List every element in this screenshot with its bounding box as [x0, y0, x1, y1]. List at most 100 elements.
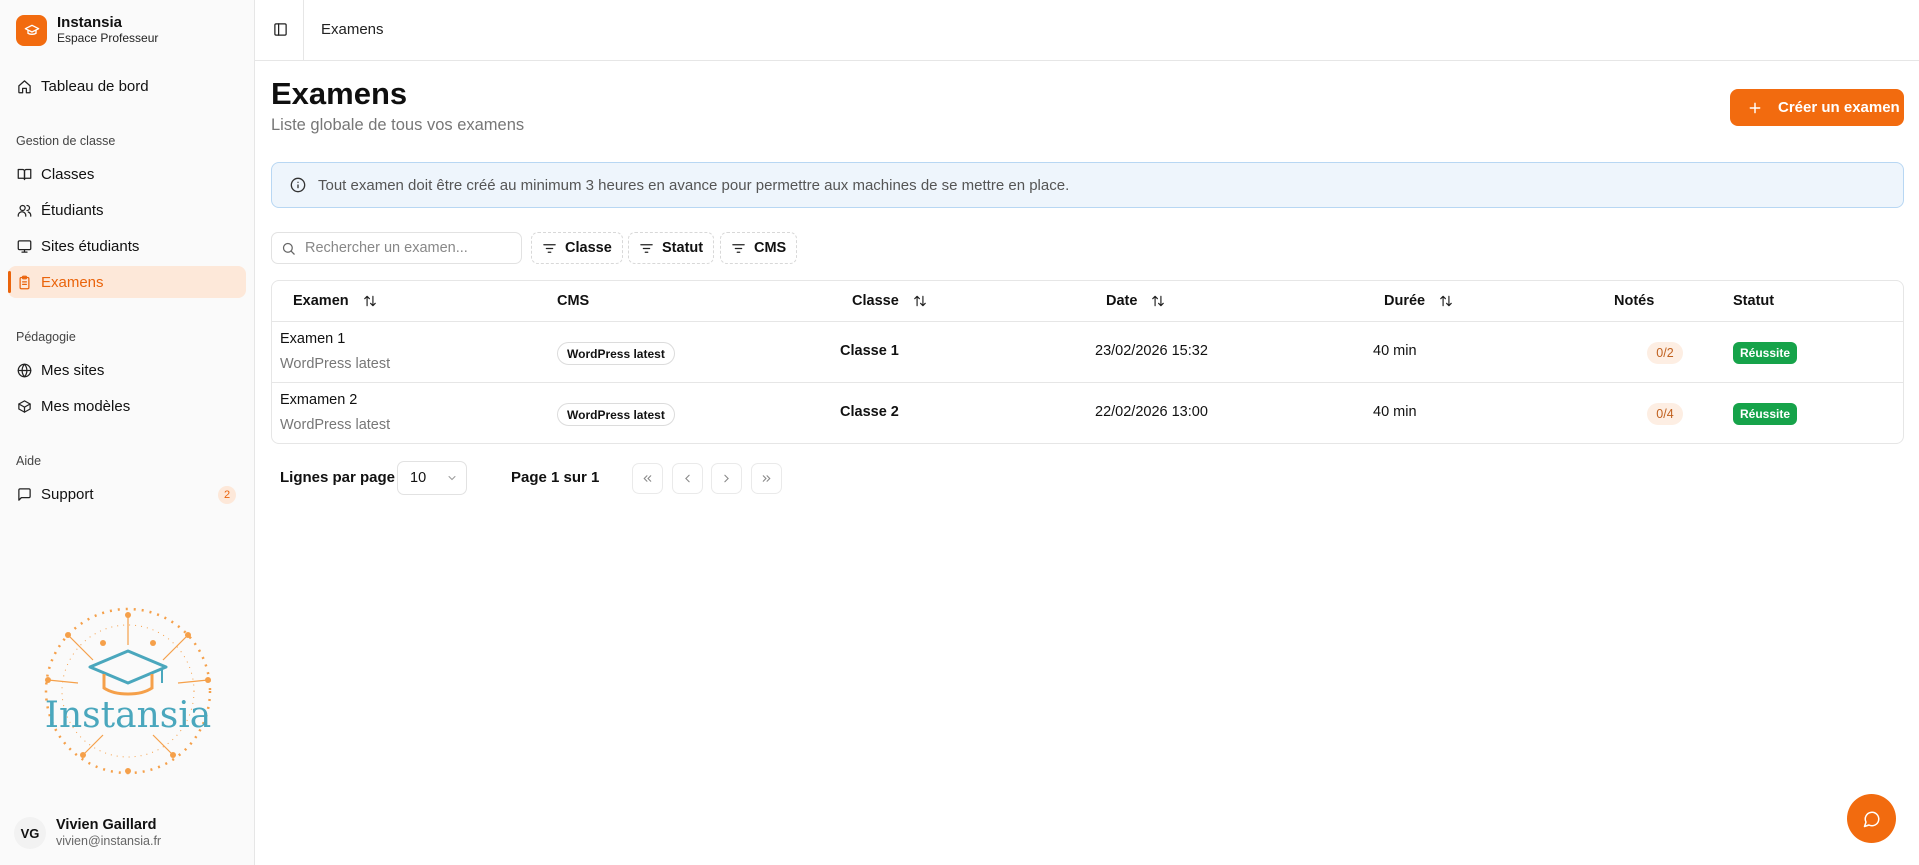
chat-bubble-icon	[1863, 810, 1881, 828]
globe-icon	[16, 362, 32, 378]
sidebar-item-label: Mes sites	[41, 361, 105, 379]
filter-statut-button[interactable]: Statut	[628, 232, 715, 264]
clipboard-list-icon	[16, 274, 32, 290]
search-field[interactable]	[271, 232, 522, 264]
exam-duree: 40 min	[1373, 343, 1417, 359]
home-icon	[16, 78, 32, 94]
sidebar-item-label: Support	[41, 485, 94, 503]
sidebar-item-label: Examens	[41, 273, 104, 291]
exam-date: 23/02/2026 15:32	[1095, 343, 1208, 359]
info-text: Tout examen doit être créé au minimum 3 …	[318, 176, 1070, 194]
sidebar-item-label: Mes modèles	[41, 397, 131, 415]
page-title: Examens	[271, 76, 408, 111]
column-header-duree[interactable]: Durée	[1384, 293, 1453, 309]
message-square-icon	[16, 486, 32, 502]
column-label: Examen	[293, 293, 349, 309]
section-pedagogie-title: Pédagogie	[16, 330, 76, 344]
sidebar-item-support[interactable]: Support 2	[8, 478, 246, 510]
sidebar-item-label: Étudiants	[41, 201, 104, 219]
sort-icon	[363, 294, 377, 308]
info-icon	[290, 177, 306, 193]
exam-date: 22/02/2026 13:00	[1095, 404, 1208, 420]
rows-per-page-label: Lignes par page	[280, 469, 396, 486]
sidebar-item-mes-modeles[interactable]: Mes modèles	[8, 390, 246, 422]
cms-chip: WordPress latest	[557, 342, 675, 365]
sidebar-item-label: Sites étudiants	[41, 237, 140, 255]
exam-classe: Classe 1	[840, 343, 899, 359]
user-profile[interactable]: VG Vivien Gaillard vivien@instansia.fr	[14, 817, 161, 849]
chevron-down-icon	[446, 472, 458, 484]
monitor-icon	[16, 238, 32, 254]
sidebar-item-label: Classes	[41, 165, 95, 183]
sidebar-item-examens[interactable]: Examens	[8, 266, 246, 298]
users-icon	[16, 202, 32, 218]
sidebar-item-sites-etudiants[interactable]: Sites étudiants	[8, 230, 246, 262]
column-label: CMS	[557, 293, 590, 309]
user-name: Vivien Gaillard	[56, 817, 157, 833]
page-subtitle: Liste globale de tous vos examens	[271, 116, 525, 134]
cms-chip: WordPress latest	[557, 403, 675, 426]
plus-icon	[1748, 101, 1762, 115]
column-header-classe[interactable]: Classe	[852, 293, 927, 309]
page-info: Page 1 sur 1	[511, 469, 600, 486]
exam-name: Examen 1	[280, 331, 346, 347]
book-open-icon	[16, 166, 32, 182]
breadcrumb: Examens	[321, 21, 384, 38]
sidebar-toggle-icon[interactable]	[273, 22, 288, 37]
sidebar: Instansia Espace Professeur Tableau de b…	[0, 0, 255, 865]
exams-table: Examen CMS Classe Date Durée Notés Statu…	[271, 280, 1904, 444]
column-header-date[interactable]: Date	[1106, 293, 1165, 309]
chevron-left-icon	[681, 472, 694, 485]
support-count-badge: 2	[218, 486, 236, 504]
rows-per-page-select[interactable]: 10	[397, 461, 467, 495]
column-header-cms: CMS	[557, 293, 589, 309]
sidebar-item-label: Tableau de bord	[41, 77, 149, 95]
chevrons-right-icon	[760, 472, 773, 485]
divider	[272, 321, 1903, 322]
column-label: Durée	[1384, 293, 1426, 309]
chevron-right-icon	[720, 472, 733, 485]
status-badge: Réussite	[1733, 403, 1798, 425]
filter-icon	[731, 241, 746, 256]
rows-per-page-value: 10	[410, 470, 427, 486]
status-badge: Réussite	[1733, 342, 1798, 364]
box-icon	[16, 398, 32, 414]
info-banner: Tout examen doit être créé au minimum 3 …	[271, 162, 1904, 208]
exam-duree: 40 min	[1373, 404, 1417, 420]
notes-badge: 0/4	[1647, 403, 1683, 425]
divider	[272, 382, 1903, 383]
create-exam-label: Créer un examen	[1778, 99, 1900, 116]
section-aide-title: Aide	[16, 454, 42, 468]
notes-badge: 0/2	[1647, 342, 1683, 364]
sidebar-item-classes[interactable]: Classes	[8, 158, 246, 190]
filter-cms-button[interactable]: CMS	[720, 232, 798, 264]
user-email: vivien@instansia.fr	[56, 834, 162, 848]
column-header-examen[interactable]: Examen	[293, 293, 377, 309]
avatar: VG	[14, 817, 46, 849]
previous-page-button[interactable]	[672, 463, 703, 494]
column-label: Date	[1106, 293, 1138, 309]
brand-name: Instansia	[57, 14, 123, 31]
filter-label: CMS	[754, 240, 787, 256]
sidebar-item-etudiants[interactable]: Étudiants	[8, 194, 246, 226]
exam-cms-sub: WordPress latest	[280, 417, 391, 433]
brand[interactable]: Instansia Espace Professeur	[16, 14, 158, 46]
next-page-button[interactable]	[711, 463, 742, 494]
exam-name: Exmamen 2	[280, 392, 358, 408]
exam-classe: Classe 2	[840, 404, 899, 420]
create-exam-button[interactable]: Créer un examen	[1730, 89, 1904, 126]
sidebar-item-mes-sites[interactable]: Mes sites	[8, 354, 246, 386]
svg-text:Instansia: Instansia	[45, 695, 211, 736]
search-input[interactable]	[305, 240, 505, 256]
divider	[303, 0, 304, 60]
sidebar-item-dashboard[interactable]: Tableau de bord	[8, 70, 246, 102]
first-page-button[interactable]	[632, 463, 663, 494]
sort-icon	[1151, 294, 1165, 308]
chat-button[interactable]	[1847, 794, 1896, 843]
column-label: Statut	[1733, 293, 1775, 309]
section-gestion-title: Gestion de classe	[16, 134, 116, 148]
last-page-button[interactable]	[751, 463, 782, 494]
exam-cms-sub: WordPress latest	[280, 356, 391, 372]
filter-classe-button[interactable]: Classe	[531, 232, 623, 264]
instansia-logo: Instansia	[28, 605, 228, 780]
